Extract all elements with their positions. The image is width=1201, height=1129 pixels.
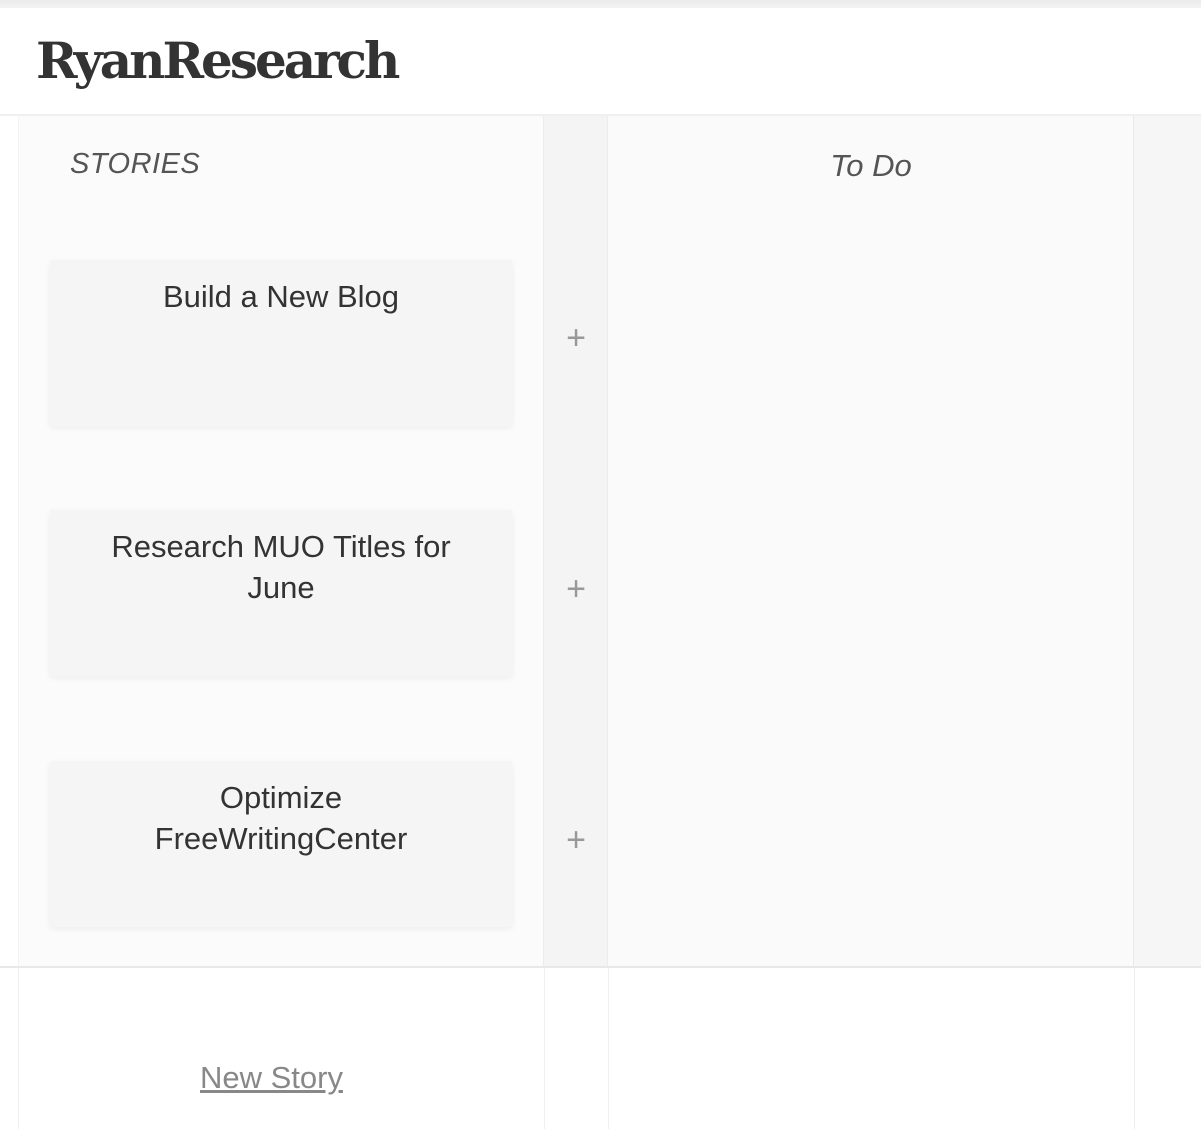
column-divider [18, 968, 19, 1129]
story-card[interactable]: Research MUO Titles for June [50, 510, 512, 676]
story-card[interactable]: Optimize FreeWritingCenter [50, 761, 512, 927]
plus-icon[interactable]: + [558, 822, 594, 858]
footer [0, 968, 1201, 1129]
story-card[interactable]: Build a New Blog [50, 260, 512, 426]
story-title: Build a New Blog [162, 279, 400, 314]
stories-column-heading: STORIES [70, 148, 201, 180]
story-title: Research MUO Titles for June [111, 529, 451, 605]
todo-column-heading: To Do [830, 148, 912, 183]
plus-icon[interactable]: + [558, 571, 594, 607]
new-story-link[interactable]: New Story [200, 1060, 343, 1096]
story-title: Optimize FreeWritingCenter [154, 780, 408, 856]
plus-icon[interactable]: + [558, 320, 594, 356]
next-column [1134, 116, 1201, 966]
app-logo[interactable]: RyanResearch [36, 36, 400, 86]
column-divider [608, 968, 609, 1129]
column-divider [1134, 968, 1135, 1129]
todo-column [608, 116, 1134, 966]
column-divider [544, 968, 545, 1129]
header: RyanResearch [0, 8, 1201, 116]
page: RyanResearch STORIES To Do Build a New B… [0, 0, 1201, 1129]
